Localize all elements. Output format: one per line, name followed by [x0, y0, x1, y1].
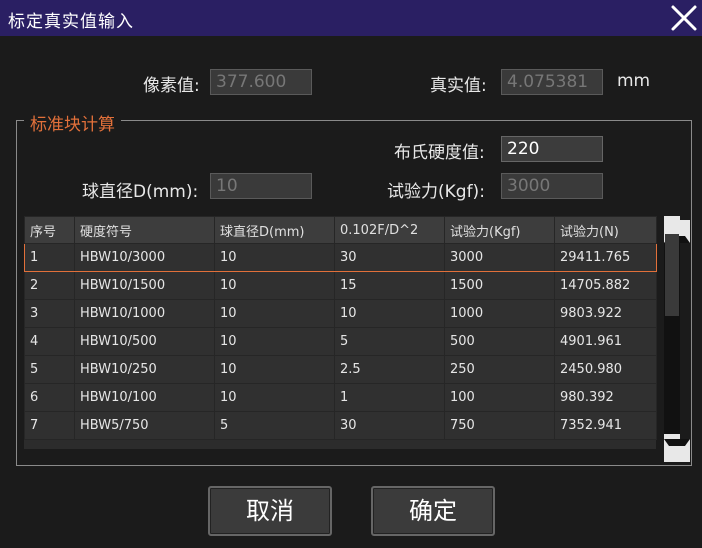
table-cell: 15	[334, 271, 445, 300]
table-row[interactable]: 4 HBW10/500 10 5 500 4901.961	[24, 327, 657, 356]
table-cell: HBW10/250	[74, 355, 215, 384]
table-cell: 14705.882	[554, 271, 657, 300]
table-cell: 500	[444, 327, 555, 356]
table-cell: 1	[334, 383, 445, 412]
table-cell: 29411.765	[554, 243, 657, 272]
table-scrollbar[interactable]	[664, 216, 690, 462]
column-header[interactable]: 序号	[24, 216, 75, 244]
table-row[interactable]: 2 HBW10/1500 10 15 1500 14705.882	[24, 271, 657, 300]
table-cell: 6	[24, 383, 75, 412]
table-cell: 250	[444, 355, 555, 384]
test-force-field[interactable]: 3000	[501, 173, 603, 199]
table-cell: 30	[334, 243, 445, 272]
title-bar: 标定真实值输入	[0, 0, 702, 36]
pixel-value-field[interactable]: 377.600	[210, 69, 312, 95]
table-cell: 10	[214, 383, 335, 412]
scroll-down-icon[interactable]	[664, 434, 690, 462]
column-header[interactable]: 0.102F/D^2	[334, 216, 445, 244]
table-cell: HBW10/1000	[74, 299, 215, 328]
column-header[interactable]: 球直径D(mm)	[214, 216, 335, 244]
hardness-table: 序号 硬度符号 球直径D(mm) 0.102F/D^2 试验力(Kgf) 试验力…	[24, 216, 657, 440]
table-cell: 5	[24, 355, 75, 384]
table-cell: 1	[24, 243, 75, 272]
real-value-field[interactable]: 4.075381	[501, 69, 603, 95]
table-row[interactable]: 6 HBW10/100 10 1 100 980.392	[24, 383, 657, 412]
table-cell: HBW10/1500	[74, 271, 215, 300]
table-row[interactable]: 7 HBW5/750 5 30 750 7352.941	[24, 411, 657, 440]
table-row[interactable]: 3 HBW10/1000 10 10 1000 9803.922	[24, 299, 657, 328]
table-cell: 980.392	[554, 383, 657, 412]
table-cell: 2450.980	[554, 355, 657, 384]
table-cell: 2.5	[334, 355, 445, 384]
table-cell: 10	[214, 355, 335, 384]
table-cell: 7352.941	[554, 411, 657, 440]
scroll-up-icon[interactable]	[664, 216, 690, 243]
cancel-button[interactable]: 取消	[208, 486, 332, 536]
test-force-label: 试验力(Kgf):	[387, 182, 485, 202]
table-cell: 4	[24, 327, 75, 356]
table-cell: 3	[24, 299, 75, 328]
table-cell: 10	[214, 243, 335, 272]
table-cell: 10	[334, 299, 445, 328]
close-icon[interactable]	[666, 0, 702, 36]
ball-diameter-field[interactable]: 10	[210, 173, 312, 199]
table-row-selected[interactable]: 1 HBW10/3000 10 30 3000 29411.765	[24, 243, 657, 272]
table-cell: 3000	[444, 243, 555, 272]
table-cell: 30	[334, 411, 445, 440]
group-title: 标准块计算	[24, 110, 121, 135]
pixel-value-label: 像素值:	[143, 76, 200, 96]
column-header[interactable]: 硬度符号	[74, 216, 215, 244]
table-cell: 9803.922	[554, 299, 657, 328]
window-title: 标定真实值输入	[8, 12, 134, 32]
table-cell: 10	[214, 299, 335, 328]
table-cell: HBW10/500	[74, 327, 215, 356]
real-value-label: 真实值:	[430, 76, 487, 96]
table-cell: 5	[214, 411, 335, 440]
table-header-row: 序号 硬度符号 球直径D(mm) 0.102F/D^2 试验力(Kgf) 试验力…	[24, 216, 657, 244]
table-cell: 2	[24, 271, 75, 300]
brinell-input[interactable]: 220	[501, 136, 603, 162]
table-cell: 7	[24, 411, 75, 440]
table-row-partial	[24, 440, 656, 449]
table-cell: HBW10/100	[74, 383, 215, 412]
ball-diameter-label: 球直径D(mm):	[82, 182, 199, 202]
table-cell: 4901.961	[554, 327, 657, 356]
ok-button[interactable]: 确定	[371, 486, 495, 536]
brinell-label: 布氏硬度值:	[394, 143, 485, 163]
table-cell: HBW10/3000	[74, 243, 215, 272]
table-cell: 5	[334, 327, 445, 356]
table-cell: 10	[214, 327, 335, 356]
table-cell: 750	[444, 411, 555, 440]
table-cell: 1500	[444, 271, 555, 300]
table-row[interactable]: 5 HBW10/250 10 2.5 250 2450.980	[24, 355, 657, 384]
table-cell: 1000	[444, 299, 555, 328]
table-cell: HBW5/750	[74, 411, 215, 440]
column-header[interactable]: 试验力(N)	[554, 216, 657, 244]
column-header[interactable]: 试验力(Kgf)	[444, 216, 555, 244]
real-value-unit: mm	[617, 71, 651, 91]
table-cell: 10	[214, 271, 335, 300]
table-cell: 100	[444, 383, 555, 412]
scroll-thumb[interactable]	[665, 234, 679, 316]
